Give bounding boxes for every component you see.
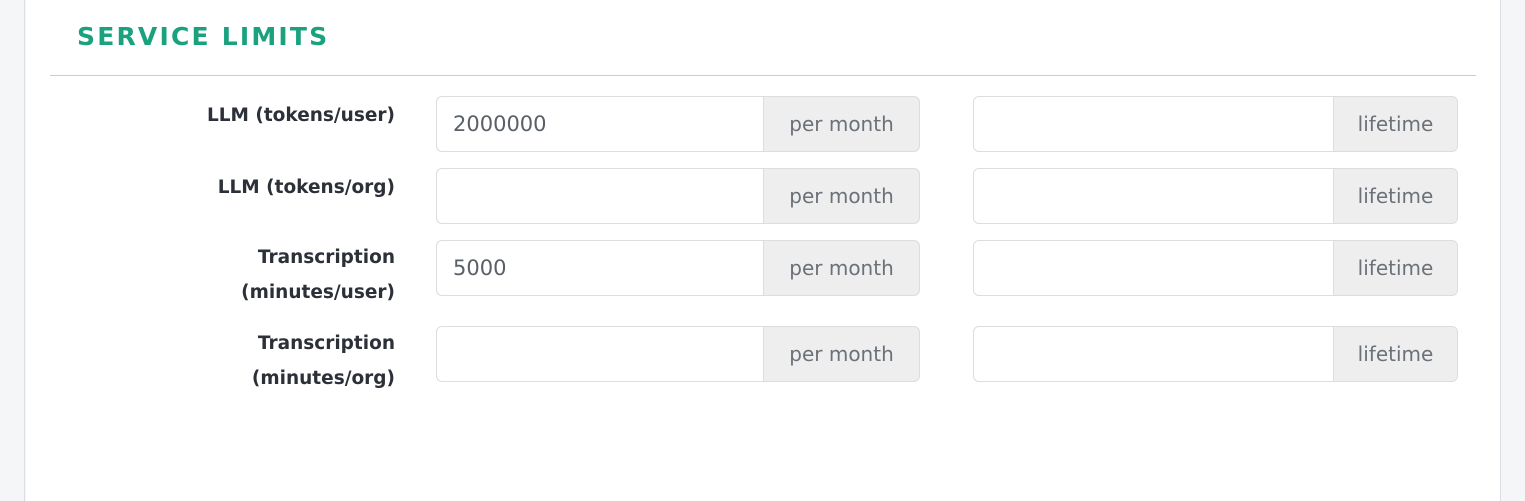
addon-per-month: per month [763,240,920,296]
field-label-line: LLM (tokens/user) [206,105,395,126]
page-title: SERVICE LIMITS [77,22,330,51]
input-transcription-minutes-user-lifetime[interactable] [973,240,1333,296]
addon-lifetime: lifetime [1333,96,1458,152]
input-group-transcription-minutes-org-lifetime: lifetime [973,326,1458,382]
field-col-lifetime: lifetime [973,326,1458,382]
field-label-line: LLM (tokens/org) [217,177,395,198]
form-row: Transcription (minutes/user) per month l… [26,240,1500,310]
input-group-llm-tokens-org-lifetime: lifetime [973,168,1458,224]
input-llm-tokens-org-lifetime[interactable] [973,168,1333,224]
field-label-line: (minutes/org) [251,368,395,389]
input-group-llm-tokens-org-month: per month [436,168,920,224]
input-group-llm-tokens-user-month: per month [436,96,920,152]
field-label-llm-tokens-user: LLM (tokens/user) [26,96,410,133]
service-limits-panel: SERVICE LIMITS LLM (tokens/user) per mon… [26,0,1500,501]
field-label-transcription-minutes-user: Transcription (minutes/user) [26,240,410,310]
input-transcription-minutes-org-lifetime[interactable] [973,326,1333,382]
page-frame: SERVICE LIMITS LLM (tokens/user) per mon… [0,0,1525,501]
input-llm-tokens-user-per-month[interactable] [436,96,763,152]
page-gutter-right [1500,0,1525,501]
form-row: Transcription (minutes/org) per month li… [26,326,1500,396]
field-label-llm-tokens-org: LLM (tokens/org) [26,168,410,205]
form-row: LLM (tokens/user) per month lifetime [26,96,1500,152]
input-llm-tokens-user-lifetime[interactable] [973,96,1333,152]
addon-lifetime: lifetime [1333,240,1458,296]
field-col-per-month: per month [436,168,920,224]
addon-lifetime: lifetime [1333,326,1458,382]
service-limits-form: LLM (tokens/user) per month lifetime [26,96,1500,412]
field-col-per-month: per month [436,96,920,152]
field-label-line: Transcription [257,333,395,354]
addon-lifetime: lifetime [1333,168,1458,224]
input-llm-tokens-org-per-month[interactable] [436,168,763,224]
input-group-transcription-minutes-user-lifetime: lifetime [973,240,1458,296]
page-gutter-left [0,0,25,501]
input-group-transcription-minutes-user-month: per month [436,240,920,296]
field-col-lifetime: lifetime [973,96,1458,152]
input-group-transcription-minutes-org-month: per month [436,326,920,382]
field-label-transcription-minutes-org: Transcription (minutes/org) [26,326,410,396]
field-col-lifetime: lifetime [973,240,1458,296]
field-col-per-month: per month [436,326,920,382]
addon-per-month: per month [763,326,920,382]
field-label-line: Transcription [257,247,395,268]
input-transcription-minutes-user-per-month[interactable] [436,240,763,296]
addon-per-month: per month [763,168,920,224]
addon-per-month: per month [763,96,920,152]
field-col-lifetime: lifetime [973,168,1458,224]
input-transcription-minutes-org-per-month[interactable] [436,326,763,382]
input-group-llm-tokens-user-lifetime: lifetime [973,96,1458,152]
field-label-line: (minutes/user) [241,282,395,303]
field-col-per-month: per month [436,240,920,296]
section-divider [50,75,1476,76]
form-row: LLM (tokens/org) per month lifetime [26,168,1500,224]
